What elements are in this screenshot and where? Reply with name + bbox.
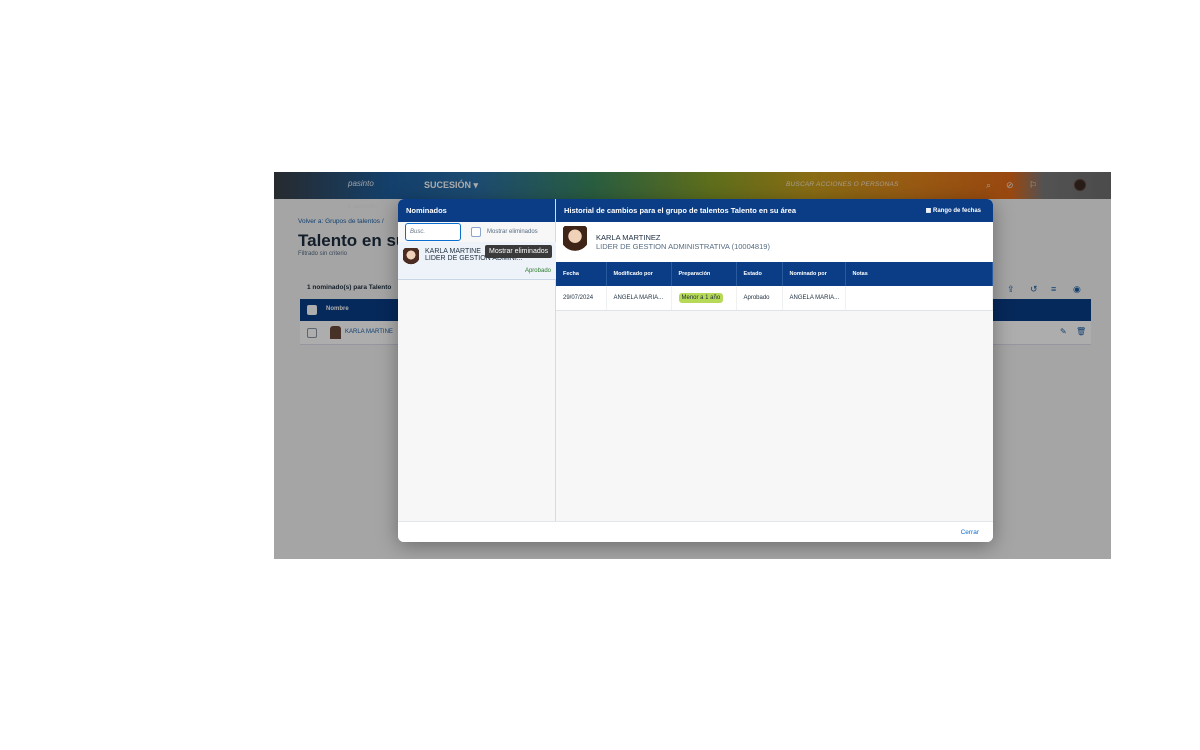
table-row: 29/07/2024 ANGELA MARIA... Menor a 1 año… — [556, 286, 993, 311]
avatar — [403, 248, 419, 268]
column-header[interactable]: Notas — [845, 262, 993, 286]
cell-nominated-by: ANGELA MARIA... — [782, 286, 846, 311]
dialog-footer: Cerrar — [398, 521, 993, 542]
nominees-panel: Nominados Busc. Mostrar eliminados KARLA… — [398, 199, 556, 521]
column-header[interactable]: Modificado por — [606, 262, 672, 286]
tooltip: Mostrar eliminados — [485, 245, 553, 258]
person-role: LIDER DE GESTION ADMINISTRATIVA (1000481… — [596, 242, 770, 251]
show-deleted-checkbox[interactable] — [471, 227, 481, 237]
readiness-badge: Menor a 1 año — [678, 292, 724, 303]
nominee-name: KARLA MARTINE — [425, 248, 481, 255]
cell-status: Aprobado — [736, 286, 783, 311]
cell-readiness: Menor a 1 año — [671, 286, 737, 311]
date-range-label: Rango de fechas — [932, 208, 981, 214]
cell-date: 29/07/2024 — [556, 286, 607, 311]
column-header[interactable]: Fecha — [556, 262, 607, 286]
history-panel: Historial de cambios para el grupo de ta… — [556, 199, 993, 521]
person-header: KARLA MARTINEZ LIDER DE GESTION ADMINIST… — [556, 222, 993, 262]
person-name: KARLA MARTINEZ — [596, 233, 661, 242]
history-table: Fecha Modificado por Preparación Estado … — [556, 262, 993, 311]
date-range-button[interactable]: ▦ Rango de fechas — [926, 207, 981, 214]
nominee-search-input[interactable]: Busc. — [405, 223, 461, 241]
table-header-row: Fecha Modificado por Preparación Estado … — [556, 262, 993, 286]
cell-modified-by: ANGELA MARIA... — [606, 286, 672, 311]
cell-notes — [845, 286, 993, 311]
show-deleted-label[interactable]: Mostrar eliminados — [487, 229, 538, 235]
column-header[interactable]: Estado — [736, 262, 783, 286]
column-header[interactable]: Nominado por — [782, 262, 846, 286]
app-window: e sucesión Volver a: Grupos de talentos … — [274, 172, 1111, 559]
status-badge: Aprobado — [524, 268, 551, 274]
column-header[interactable]: Preparación — [671, 262, 737, 286]
history-dialog: Nominados Busc. Mostrar eliminados KARLA… — [398, 199, 993, 542]
close-button[interactable]: Cerrar — [961, 529, 979, 536]
nominees-panel-title: Nominados — [398, 199, 555, 222]
avatar — [563, 226, 587, 258]
